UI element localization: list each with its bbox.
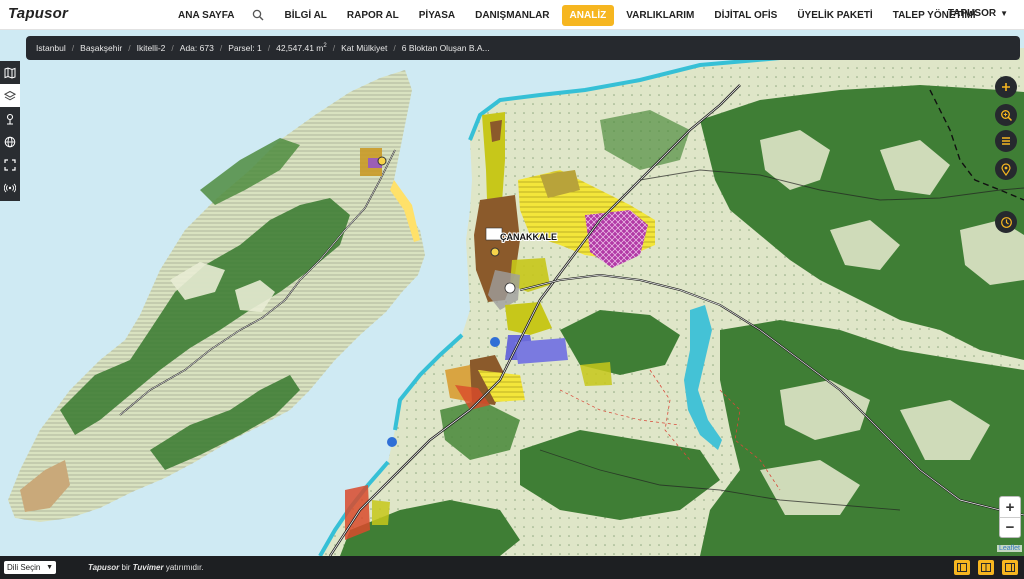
- nav-analiz[interactable]: ANALİZ: [561, 4, 615, 26]
- chevron-down-icon: ▼: [46, 564, 53, 571]
- footer-bar: Dili Seçin ▼ Tapusor bir Tuvimer yatırımı…: [0, 556, 1024, 579]
- left-toolbar: [0, 61, 20, 201]
- area-value: 42,547.41 m: [276, 43, 324, 53]
- breadcrumb-separator: /: [128, 43, 131, 53]
- breadcrumb-type: Kat Mülkiyet: [341, 43, 388, 53]
- breadcrumb-separator: /: [393, 43, 396, 53]
- nav-varliklarim[interactable]: VARLIKLARIM: [618, 5, 702, 26]
- language-select-value: Dili Seçin: [7, 563, 41, 572]
- breadcrumb-separator: /: [332, 43, 336, 53]
- footer-brand: Tapusor: [88, 563, 120, 572]
- breadcrumb-separator: /: [267, 43, 271, 53]
- panel-right-icon[interactable]: [1002, 560, 1018, 575]
- footer-text-end: yatırımıdır.: [163, 563, 204, 572]
- zoom-control: + −: [999, 496, 1021, 538]
- user-name: TAPUSOR: [947, 8, 997, 19]
- map-icon[interactable]: [0, 61, 20, 84]
- clock-icon[interactable]: [995, 211, 1017, 233]
- breadcrumb-description: 6 Bloktan Oluşan B.A...: [401, 43, 490, 53]
- user-menu[interactable]: TAPUSOR ▼: [948, 8, 1008, 19]
- layers-icon[interactable]: [0, 84, 20, 107]
- panel-left-icon[interactable]: [954, 560, 970, 575]
- search-icon[interactable]: [247, 9, 269, 21]
- breadcrumb-separator: /: [71, 43, 75, 53]
- brand-logo[interactable]: Tapusor: [8, 5, 68, 22]
- nav-dijital-ofis[interactable]: DİJİTAL OFİS: [706, 5, 785, 26]
- map-tiles: ÇANAKKALE: [0, 30, 1024, 556]
- place-label-canakkale: ÇANAKKALE: [500, 232, 557, 242]
- breadcrumb-city[interactable]: Istanbul: [36, 43, 66, 53]
- nav-piyasa[interactable]: PİYASA: [411, 5, 463, 26]
- nav-rapor-al[interactable]: RAPOR AL: [339, 5, 407, 26]
- main-nav: ANA SAYFA BİLGİ AL RAPOR AL PİYASA DANIŞ…: [170, 0, 988, 30]
- zoom-in-button[interactable]: +: [1000, 497, 1020, 517]
- panel-split-icon[interactable]: [978, 560, 994, 575]
- zoom-out-button[interactable]: −: [1000, 517, 1020, 537]
- nav-danismanlar[interactable]: DANIŞMANLAR: [467, 5, 557, 26]
- breadcrumb-separator: /: [171, 43, 174, 53]
- leaflet-attribution[interactable]: Leaflet: [996, 545, 1022, 552]
- zoom-search-icon[interactable]: [995, 104, 1017, 126]
- nav-bilgi-al[interactable]: BİLGİ AL: [277, 5, 335, 26]
- breadcrumb-area: 42,547.41 m2: [276, 43, 327, 53]
- nav-ana-sayfa[interactable]: ANA SAYFA: [170, 5, 243, 26]
- plus-icon[interactable]: [995, 76, 1017, 98]
- breadcrumb-ada: Ada: 673: [179, 43, 214, 53]
- footer-text-mid: bir: [119, 563, 133, 572]
- broadcast-icon[interactable]: [0, 176, 20, 199]
- map-view[interactable]: ÇANAKKALE: [0, 30, 1024, 556]
- nav-uyelik-paketi[interactable]: ÜYELİK PAKETİ: [789, 5, 880, 26]
- menu-icon[interactable]: [995, 130, 1017, 152]
- breadcrumb-separator: /: [219, 43, 223, 53]
- top-navbar: Tapusor ANA SAYFA BİLGİ AL RAPOR AL PİYA…: [0, 0, 1024, 30]
- area-unit-superscript: 2: [323, 43, 327, 50]
- footer-partner: Tuvimer: [132, 563, 164, 572]
- fullscreen-icon[interactable]: [0, 153, 20, 176]
- breadcrumb-neighborhood[interactable]: Ikitelli-2: [137, 43, 166, 53]
- caret-down-icon: ▼: [1000, 9, 1008, 18]
- location-pin-icon[interactable]: [0, 107, 20, 130]
- map-marker-icon[interactable]: [995, 158, 1017, 180]
- breadcrumb-parsel: Parsel: 1: [228, 43, 262, 53]
- footer-credit: Tapusor bir Tuvimer yatırımıdır.: [88, 563, 204, 572]
- language-select[interactable]: Dili Seçin ▼: [4, 561, 56, 574]
- breadcrumb-district[interactable]: Başakşehir: [80, 43, 122, 53]
- globe-icon[interactable]: [0, 130, 20, 153]
- parcel-breadcrumb: Istanbul / Başakşehir / Ikitelli-2 / Ada…: [26, 36, 1020, 60]
